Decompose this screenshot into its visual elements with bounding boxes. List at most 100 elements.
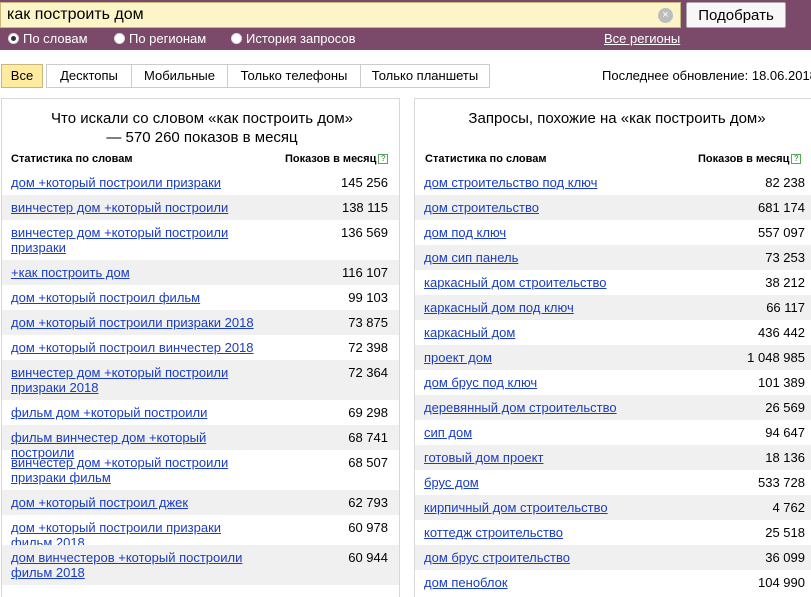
column-header-count: Показов в месяц?: [698, 153, 802, 165]
query-link[interactable]: коттедж строительство: [424, 525, 563, 540]
impressions-count: 104 990: [758, 575, 805, 590]
query-link[interactable]: винчестер дом +который построили: [11, 200, 261, 215]
table-row: деревянный дом строительство 26 569: [415, 395, 811, 420]
impressions-count: 4 762: [772, 500, 805, 515]
search-mode-group: По словам По регионам История запросов: [0, 30, 700, 48]
query-link[interactable]: винчестер дом +который построили призрак…: [11, 455, 261, 485]
last-update: Последнее обновление: 18.06.2018: [602, 68, 811, 83]
table-row: кирпичный дом строительство 4 762: [415, 495, 811, 520]
query-link[interactable]: дом под ключ: [424, 225, 506, 240]
query-link[interactable]: дом +который построили призраки: [11, 175, 261, 190]
radio-icon: [231, 33, 242, 44]
impressions-count: 116 107: [341, 265, 388, 280]
impressions-count: 557 097: [758, 225, 805, 240]
mode-by-regions[interactable]: По регионам: [114, 30, 206, 48]
column-header-count: Показов в месяц?: [285, 153, 389, 165]
query-link[interactable]: брус дом: [424, 475, 479, 490]
query-link[interactable]: дом брус строительство: [424, 550, 570, 565]
query-link[interactable]: кирпичный дом строительство: [424, 500, 608, 515]
query-link[interactable]: каркасный дом под ключ: [424, 300, 574, 315]
table-row: дом +который построил джек 62 793: [2, 490, 399, 515]
mode-history[interactable]: История запросов: [231, 30, 356, 48]
impressions-count: 533 728: [758, 475, 805, 490]
query-link[interactable]: +как построить дом: [11, 265, 261, 280]
table-row: каркасный дом 436 442: [415, 320, 811, 345]
mode-label: По словам: [23, 31, 88, 46]
table-row: дом сип панель 73 253: [415, 245, 811, 270]
tab-desktops[interactable]: Десктопы: [46, 64, 132, 88]
query-link[interactable]: винчестер дом +который построили призрак…: [11, 365, 261, 395]
table-row: проект дом 1 048 985: [415, 345, 811, 370]
impressions-count: 99 103: [348, 290, 388, 305]
query-link[interactable]: каркасный дом строительство: [424, 275, 606, 290]
table-row: готовый дом проект 18 136: [415, 445, 811, 470]
tab-tablets-only[interactable]: Только планшеты: [360, 64, 490, 88]
query-link[interactable]: готовый дом проект: [424, 450, 543, 465]
mode-by-words[interactable]: По словам: [8, 30, 88, 48]
query-link[interactable]: деревянный дом строительство: [424, 400, 617, 415]
tab-mobile[interactable]: Мобильные: [131, 64, 228, 88]
table-row: дом под ключ 557 097: [415, 220, 811, 245]
query-link[interactable]: дом +который построил фильм: [11, 290, 261, 305]
query-link[interactable]: дом винчестеров +который построили фильм…: [11, 550, 261, 580]
panel-title: Что искали со словом «как построить дом»…: [51, 110, 353, 146]
table-row: дом +который построили призраки фильм 20…: [2, 515, 399, 550]
query-link[interactable]: дом строительство: [424, 200, 539, 215]
impressions-count: 94 647: [765, 425, 805, 440]
query-link[interactable]: сип дом: [424, 425, 472, 440]
search-input[interactable]: [1, 3, 641, 27]
impressions-count: 73 253: [765, 250, 805, 265]
table-row: дом брус под ключ 101 389: [415, 370, 811, 395]
query-link[interactable]: дом +который построил винчестер 2018: [11, 340, 261, 355]
impressions-count: 68 507: [348, 455, 388, 470]
table-row: дом винчестеров +который построили фильм…: [2, 545, 399, 585]
submit-button[interactable]: Подобрать: [686, 2, 786, 28]
query-link[interactable]: дом +который построили призраки 2018: [11, 315, 261, 330]
query-link[interactable]: каркасный дом: [424, 325, 515, 340]
impressions-count: 60 978: [348, 520, 388, 535]
query-link[interactable]: дом сип панель: [424, 250, 518, 265]
impressions-count: 101 389: [758, 375, 805, 390]
impressions-count: 1 048 985: [747, 350, 805, 365]
impressions-count: 72 364: [348, 365, 388, 380]
impressions-count: 73 875: [348, 315, 388, 330]
table-row: фильм дом +который построили призраки69 …: [2, 400, 399, 435]
query-link[interactable]: дом пеноблок: [424, 575, 508, 590]
query-link[interactable]: дом +который построил джек: [11, 495, 261, 510]
clear-icon[interactable]: ×: [658, 8, 673, 23]
impressions-count: 66 117: [766, 300, 805, 315]
impressions-count: 38 212: [765, 275, 805, 290]
tab-phones-only[interactable]: Только телефоны: [227, 64, 361, 88]
table-row: сип дом 94 647: [415, 420, 811, 445]
impressions-count: 69 298: [348, 405, 388, 420]
panel-title: Запросы, похожие на «как построить дом»: [468, 110, 766, 127]
query-link[interactable]: проект дом: [424, 350, 492, 365]
tab-all[interactable]: Все: [1, 64, 43, 88]
keyword-stats-panel: Что искали со словом «как построить дом»…: [1, 98, 400, 597]
help-icon[interactable]: ?: [791, 154, 802, 164]
impressions-count: 436 442: [758, 325, 805, 340]
table-row: каркасный дом под ключ 66 117: [415, 295, 811, 320]
impressions-count: 36 099: [765, 550, 805, 565]
table-row: коттедж строительство 25 518: [415, 520, 811, 545]
impressions-count: 60 944: [348, 550, 388, 565]
query-link[interactable]: дом брус под ключ: [424, 375, 537, 390]
table-row: дом +который построили призраки 145 256: [2, 170, 399, 195]
table-row: дом +который построили призраки 2018 73 8…: [2, 310, 399, 335]
impressions-count: 681 174: [758, 200, 805, 215]
query-link[interactable]: дом строительство под ключ: [424, 175, 597, 190]
mode-label: По регионам: [129, 31, 207, 46]
table-row: дом пеноблок 104 990: [415, 570, 811, 595]
impressions-count: 18 136: [765, 450, 805, 465]
table-row: брус дом 533 728: [415, 470, 811, 495]
all-regions-link[interactable]: Все регионы: [604, 30, 680, 48]
query-link[interactable]: винчестер дом +который построили призрак…: [11, 225, 261, 255]
table-row: винчестер дом +который построили призрак…: [2, 360, 399, 400]
impressions-count: 145 256: [341, 175, 388, 190]
table-row: дом +который построил фильм 99 103: [2, 285, 399, 310]
keyword-list: дом +который построили призраки 145 256 ви…: [2, 170, 399, 585]
table-row: дом брус строительство 36 099: [415, 545, 811, 570]
radio-icon: [8, 33, 19, 44]
impressions-count: 68 741: [348, 430, 388, 445]
help-icon[interactable]: ?: [378, 154, 389, 164]
